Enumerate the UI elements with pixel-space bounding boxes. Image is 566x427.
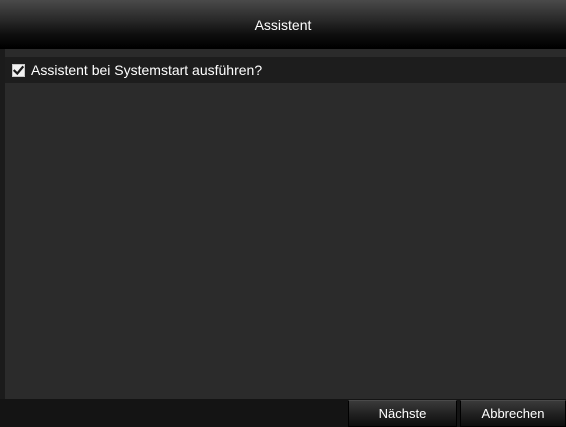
dialog-content: Assistent bei Systemstart ausführen? [5, 49, 566, 399]
dialog-titlebar: Assistent [0, 0, 566, 49]
dialog-title: Assistent [254, 17, 312, 33]
cancel-button[interactable]: Abbrechen [460, 400, 566, 427]
wizard-dialog: Assistent Assistent bei Systemstart ausf… [0, 0, 566, 427]
checkmark-icon [13, 65, 24, 75]
startup-wizard-checkbox[interactable] [12, 63, 25, 77]
dialog-footer: Nächste Abbrechen [0, 399, 566, 427]
startup-wizard-option-row[interactable]: Assistent bei Systemstart ausführen? [5, 57, 566, 83]
startup-wizard-label: Assistent bei Systemstart ausführen? [31, 62, 263, 78]
next-button[interactable]: Nächste [348, 400, 457, 427]
